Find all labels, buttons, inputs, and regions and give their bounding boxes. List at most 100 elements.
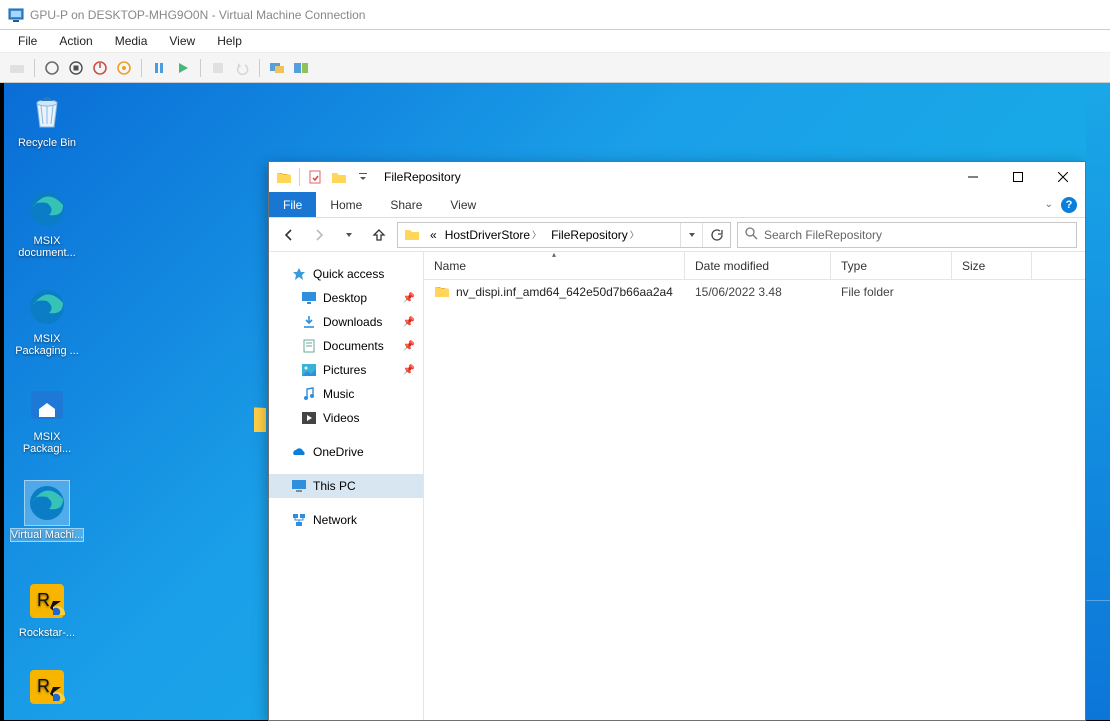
enhanced-session-icon[interactable] — [266, 57, 288, 79]
column-date[interactable]: Date modified — [685, 252, 831, 279]
tab-share[interactable]: Share — [376, 192, 436, 217]
host-right-strip — [1086, 83, 1110, 720]
checkpoint-icon[interactable] — [207, 57, 229, 79]
menu-media[interactable]: Media — [105, 32, 158, 50]
menu-file[interactable]: File — [8, 32, 47, 50]
qat-newfolder-icon[interactable] — [328, 166, 350, 188]
desktop-label: MSIX document... — [18, 235, 75, 259]
vm-guest-viewport[interactable]: Recycle Bin MSIX document... MSIX Packag… — [0, 83, 1110, 720]
sort-asc-icon: ▴ — [552, 250, 556, 259]
breadcrumb-filerepository[interactable]: FileRepository〉 — [547, 228, 645, 242]
nav-onedrive[interactable]: OneDrive — [269, 440, 423, 464]
forward-button[interactable] — [307, 223, 331, 247]
explorer-titlebar[interactable]: FileRepository — [269, 162, 1085, 192]
box-icon — [25, 383, 69, 427]
address-dropdown-icon[interactable] — [680, 223, 702, 247]
tab-file[interactable]: File — [269, 192, 316, 217]
nav-music[interactable]: Music — [269, 382, 423, 406]
desktop-icon-msix-packaging[interactable]: MSIX Packaging ... — [10, 285, 84, 357]
start-icon[interactable] — [41, 57, 63, 79]
nav-network[interactable]: Network — [269, 508, 423, 532]
maximize-button[interactable] — [995, 162, 1040, 192]
nav-this-pc[interactable]: This PC — [269, 474, 423, 498]
close-button[interactable] — [1040, 162, 1085, 192]
file-explorer-window: FileRepository File Home Share View ⌄ ? — [268, 161, 1086, 721]
folder-icon — [434, 283, 450, 302]
file-date: 15/06/2022 3.48 — [685, 285, 831, 299]
explorer-title: FileRepository — [384, 170, 461, 184]
vmc-window: GPU-P on DESKTOP-MHG9O0N - Virtual Machi… — [0, 0, 1110, 718]
vmc-menu: File Action Media View Help — [0, 30, 1110, 53]
desktop-label: Recycle Bin — [18, 137, 76, 149]
column-type[interactable]: Type — [831, 252, 952, 279]
network-icon — [291, 512, 307, 528]
videos-icon — [301, 410, 317, 426]
ribbon-expand-icon[interactable]: ⌄ — [1045, 199, 1053, 210]
table-row[interactable]: nv_dispi.inf_amd64_642e50d7b66aa2a4 15/0… — [424, 280, 1085, 304]
share-icon[interactable] — [290, 57, 312, 79]
column-size[interactable]: Size — [952, 252, 1032, 279]
desktop-icon-msix-doc[interactable]: MSIX document... — [10, 187, 84, 259]
qat-dropdown-icon[interactable] — [352, 166, 374, 188]
vmc-titlebar[interactable]: GPU-P on DESKTOP-MHG9O0N - Virtual Machi… — [0, 0, 1110, 30]
breadcrumb-overflow[interactable]: « — [426, 228, 441, 242]
desktop-icon-msix-packaging-tool[interactable]: MSIX Packagi... — [10, 383, 84, 455]
desktop-icon-rockstar[interactable]: R Rockstar-... — [10, 579, 84, 639]
chevron-right-icon: 〉 — [532, 228, 541, 241]
onedrive-icon — [291, 444, 307, 460]
nav-downloads[interactable]: Downloads📌 — [269, 310, 423, 334]
nav-quick-access[interactable]: Quick access — [269, 262, 423, 286]
menu-action[interactable]: Action — [49, 32, 102, 50]
documents-icon — [301, 338, 317, 354]
column-name[interactable]: Name▴ — [424, 252, 685, 279]
nav-pictures[interactable]: Pictures📌 — [269, 358, 423, 382]
refresh-icon[interactable] — [702, 223, 728, 247]
guest-desktop[interactable]: Recycle Bin MSIX document... MSIX Packag… — [4, 83, 1086, 720]
svg-text:R: R — [37, 590, 50, 610]
desktop-label: MSIX Packaging ... — [15, 333, 79, 357]
file-name: nv_dispi.inf_amd64_642e50d7b66aa2a4 — [456, 285, 673, 299]
menu-help[interactable]: Help — [207, 32, 252, 50]
search-input[interactable]: Search FileRepository — [737, 222, 1077, 248]
revert-icon[interactable] — [231, 57, 253, 79]
up-button[interactable] — [367, 223, 391, 247]
stop-icon[interactable] — [65, 57, 87, 79]
qat-properties-icon[interactable] — [304, 166, 326, 188]
explorer-contents[interactable]: Name▴ Date modified Type Size nv_dispi.i… — [424, 252, 1085, 720]
edge-icon — [25, 285, 69, 329]
help-icon[interactable]: ? — [1061, 197, 1077, 213]
pin-icon: 📌 — [403, 293, 415, 304]
rockstar-icon: R — [25, 665, 69, 709]
desktop-label: Virtual Machi... — [11, 529, 84, 541]
desktop-icon-rockstar-2[interactable]: R — [10, 665, 84, 713]
svg-text:R: R — [37, 676, 50, 696]
save-icon[interactable] — [113, 57, 135, 79]
desktop-icon-virtual-machine[interactable]: Virtual Machi... — [10, 481, 84, 541]
menu-view[interactable]: View — [159, 32, 205, 50]
breadcrumb-hostdriverstore[interactable]: HostDriverStore〉 — [441, 228, 547, 242]
desktop-label: MSIX Packagi... — [23, 431, 71, 455]
reset-icon[interactable] — [172, 57, 194, 79]
this-pc-icon — [291, 478, 307, 494]
nav-videos[interactable]: Videos — [269, 406, 423, 430]
music-icon — [301, 386, 317, 402]
nav-desktop[interactable]: Desktop📌 — [269, 286, 423, 310]
tab-home[interactable]: Home — [316, 192, 376, 217]
shutdown-icon[interactable] — [89, 57, 111, 79]
pause-icon[interactable] — [148, 57, 170, 79]
nav-documents[interactable]: Documents📌 — [269, 334, 423, 358]
edge-icon — [25, 187, 69, 231]
back-button[interactable] — [277, 223, 301, 247]
recent-dropdown-icon[interactable] — [337, 223, 361, 247]
partially-visible-folder[interactable] — [254, 396, 268, 440]
search-placeholder: Search FileRepository — [764, 228, 882, 242]
vmc-toolbar — [0, 53, 1110, 83]
vmc-title: GPU-P on DESKTOP-MHG9O0N - Virtual Machi… — [30, 8, 1102, 22]
column-headers: Name▴ Date modified Type Size — [424, 252, 1085, 280]
tab-view[interactable]: View — [436, 192, 490, 217]
address-bar[interactable]: « HostDriverStore〉 FileRepository〉 — [397, 222, 731, 248]
minimize-button[interactable] — [950, 162, 995, 192]
ctrl-alt-del-icon[interactable] — [6, 57, 28, 79]
explorer-nav-row: « HostDriverStore〉 FileRepository〉 Searc… — [269, 218, 1085, 252]
desktop-icon-recycle-bin[interactable]: Recycle Bin — [10, 89, 84, 149]
